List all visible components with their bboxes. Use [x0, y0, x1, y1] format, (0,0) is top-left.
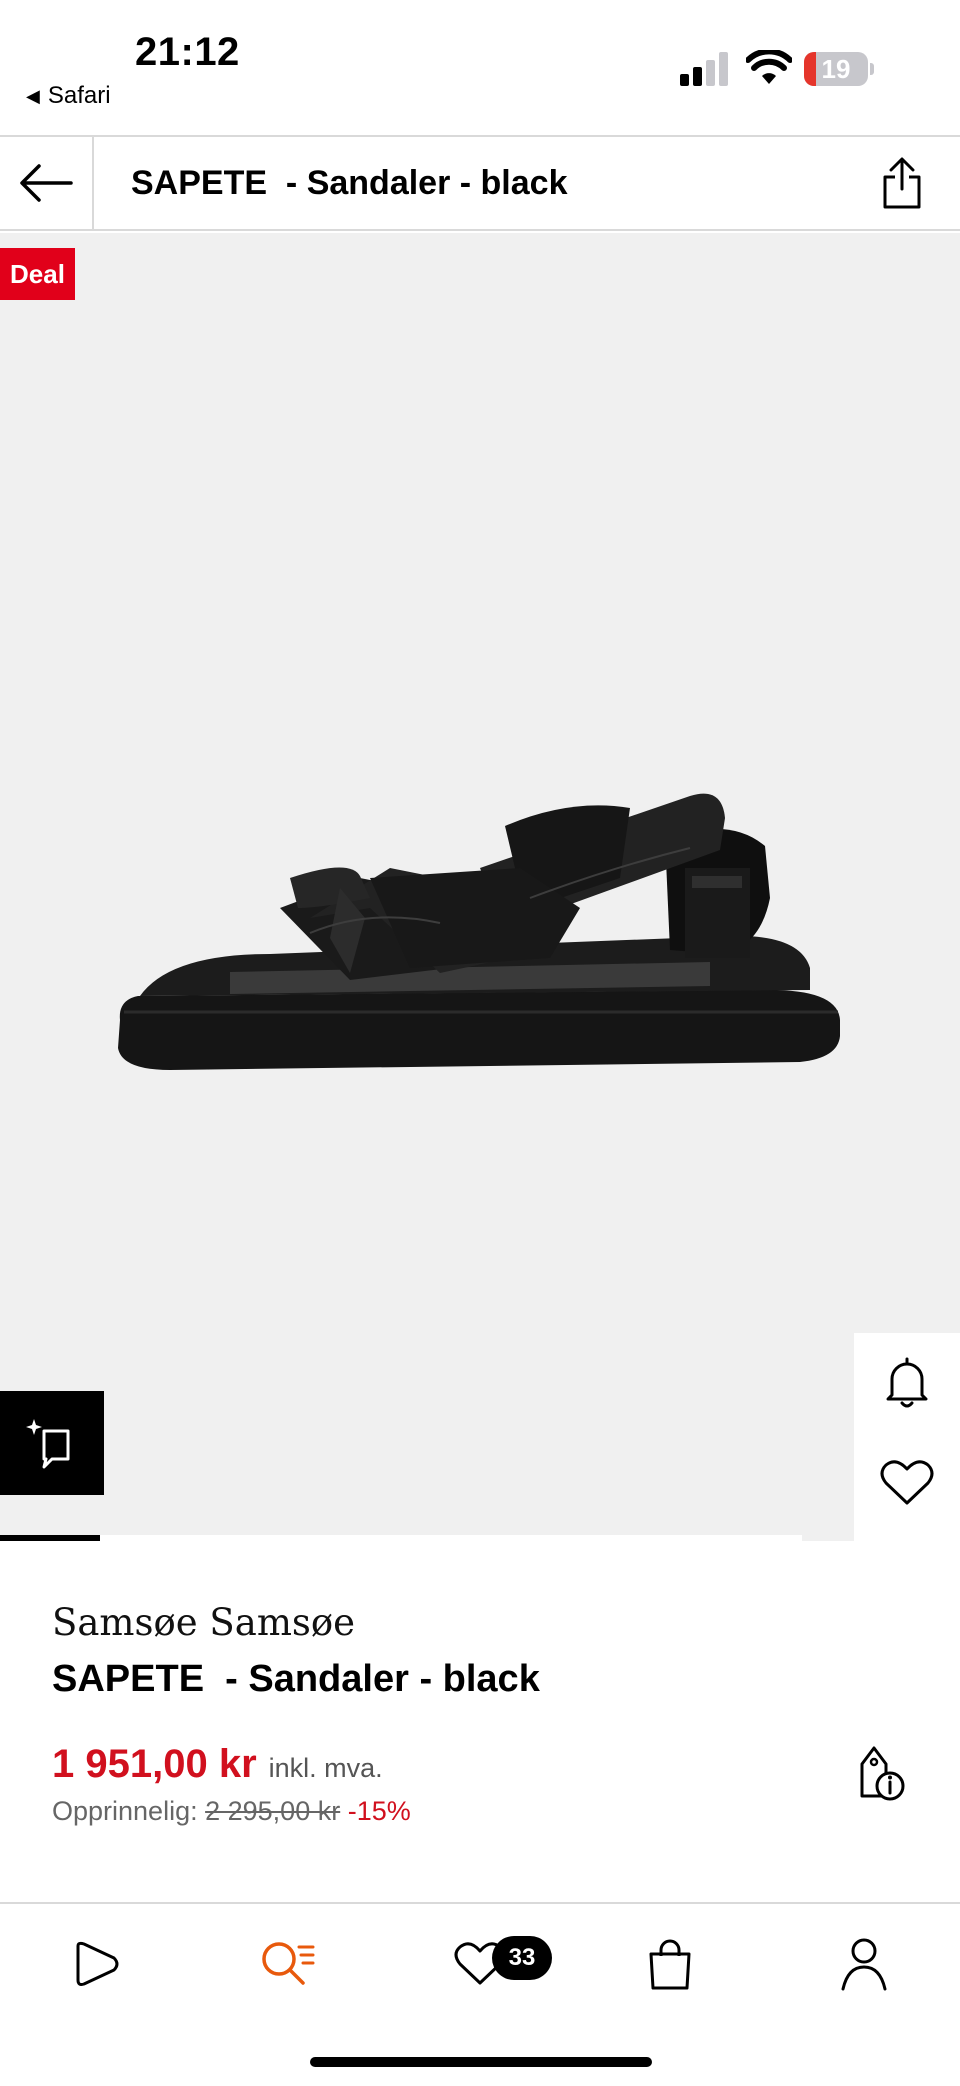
back-button[interactable] — [0, 137, 94, 229]
product-image[interactable] — [110, 758, 850, 1098]
user-icon — [841, 1938, 887, 1991]
shopping-bag-icon — [649, 1939, 691, 1990]
tab-account[interactable] — [824, 1932, 904, 1996]
status-bar: 21:12 ◀ Safari 19 — [0, 0, 960, 135]
original-price-row: Opprinnelig: 2 295,00 kr -15% — [52, 1796, 411, 1827]
header-title: SAPETE - Sandaler - black — [131, 164, 568, 202]
search-list-icon — [262, 1942, 315, 1985]
product-title: SAPETE - Sandaler - black — [52, 1658, 540, 1700]
side-action-panel — [854, 1333, 960, 1541]
price-info-button[interactable] — [850, 1741, 910, 1805]
original-price: 2 295,00 kr — [205, 1796, 341, 1826]
sparkle-crop-icon — [26, 1419, 70, 1469]
tab-home[interactable] — [56, 1932, 136, 1996]
product-info: Samsøe Samsøe SAPETE - Sandaler - black … — [0, 1541, 960, 1901]
ai-styling-button[interactable] — [0, 1391, 104, 1495]
current-price: 1 951,00 kr — [52, 1742, 257, 1786]
battery-level: 19 — [821, 54, 851, 84]
back-to-app-link[interactable]: ◀ Safari — [26, 82, 111, 110]
vat-note: inkl. mva. — [268, 1753, 383, 1783]
share-button[interactable] — [872, 153, 932, 213]
home-play-icon — [76, 1941, 119, 1986]
status-time: 21:12 — [135, 30, 240, 74]
price-alert-button[interactable] — [854, 1333, 960, 1433]
original-price-label: Opprinnelig: — [52, 1796, 198, 1826]
deal-badge: Deal — [0, 248, 75, 300]
tab-search[interactable] — [248, 1932, 328, 1996]
back-triangle-icon: ◀ — [26, 85, 40, 106]
price-tag-info-icon — [860, 1746, 905, 1801]
wishlist-button[interactable] — [854, 1433, 960, 1533]
wishlist-count-badge: 33 — [492, 1936, 552, 1980]
share-icon — [883, 157, 921, 209]
discount-percent: -15% — [347, 1796, 411, 1826]
price-row: 1 951,00 kr inkl. mva. — [52, 1742, 383, 1787]
product-image-gallery[interactable]: Deal — [0, 233, 960, 1541]
brand-name[interactable]: Samsøe Samsøe — [52, 1601, 355, 1644]
heart-icon — [880, 1460, 934, 1505]
battery-indicator: 19 — [804, 52, 874, 86]
back-app-label: Safari — [47, 82, 111, 109]
arrow-left-icon — [20, 164, 73, 202]
bell-icon — [886, 1357, 928, 1408]
home-indicator[interactable] — [310, 2057, 652, 2067]
wifi-icon — [746, 50, 792, 84]
cellular-signal-icon — [680, 52, 728, 86]
product-header: SAPETE - Sandaler - black — [0, 135, 960, 231]
tab-bag[interactable] — [630, 1932, 710, 1996]
